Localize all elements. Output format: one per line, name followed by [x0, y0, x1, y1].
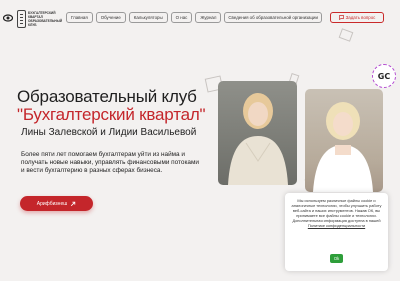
eye-icon[interactable]	[3, 13, 13, 23]
nav-item-home[interactable]: Главная	[66, 12, 93, 23]
nav-item-journal[interactable]: Журнал	[195, 12, 222, 23]
cookie-text: Мы используем различные файлы cookie и а…	[291, 198, 382, 224]
logo-mark-icon	[17, 10, 27, 28]
hero-title: Образовательный клуб	[17, 87, 197, 106]
arrow-right-icon	[71, 201, 76, 206]
nav-item-calculators[interactable]: Калькуляторы	[128, 12, 168, 23]
nav-item-organization-info[interactable]: Сведения об образовательной организации	[224, 12, 322, 23]
founder-photo-2	[305, 89, 383, 192]
main-nav: Главная Обучение Калькуляторы О нас Журн…	[66, 12, 322, 23]
site-logo[interactable]: БУХГАЛТЕРСКИЙ КВАРТАЛ ОБРАЗОВАТЕЛЬНЫЙ КЛ…	[17, 9, 62, 29]
founder-photo-1	[218, 81, 297, 185]
gc-badge-label: GC	[377, 71, 391, 81]
nav-item-about[interactable]: О нас	[170, 12, 193, 23]
cookie-ok-button[interactable]: Ok	[330, 254, 343, 263]
person-figure	[313, 102, 373, 192]
cookie-banner: Мы используем различные файлы cookie и а…	[285, 193, 388, 271]
ask-question-label: Задать вопрос	[345, 15, 376, 20]
hero-description: Более пяти лет помогаем бухгалтерам уйти…	[21, 151, 199, 174]
chat-icon	[338, 15, 344, 20]
privacy-policy-link[interactable]: Политике конфиденциальности	[291, 223, 382, 228]
nav-item-training[interactable]: Обучение	[95, 12, 126, 23]
gc-badge[interactable]: GC	[372, 64, 396, 88]
ask-question-button[interactable]: Задать вопрос	[330, 12, 384, 23]
hero-subtitle: Лины Залевской и Лидии Васильевой	[21, 127, 197, 138]
hero-title-accent: "Бухгалтерский квартал"	[17, 105, 206, 124]
logo-text: БУХГАЛТЕРСКИЙ КВАРТАЛ ОБРАЗОВАТЕЛЬНЫЙ КЛ…	[28, 11, 62, 27]
cta-label: Арифбизнеш	[36, 200, 68, 207]
person-figure	[228, 93, 288, 185]
cta-button[interactable]: Арифбизнеш	[20, 196, 93, 211]
